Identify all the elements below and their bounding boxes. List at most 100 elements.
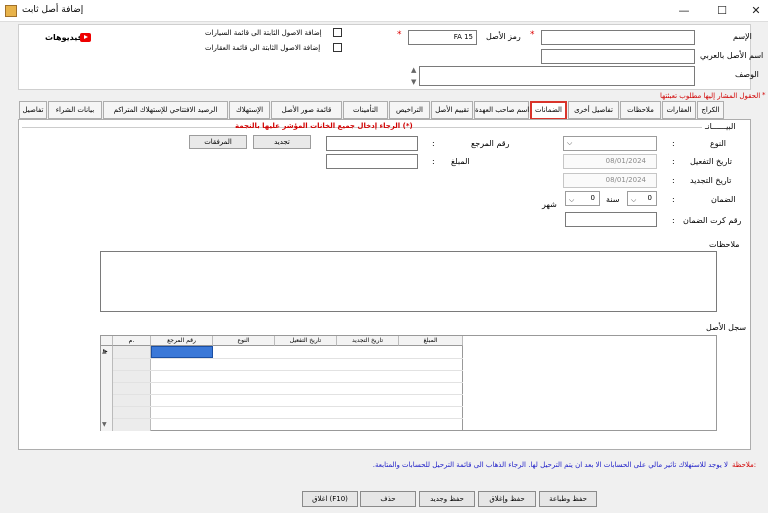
tab-purchase-data[interactable]: بيانات الشراء <box>48 101 102 119</box>
add-to-cars-checkbox[interactable] <box>333 28 342 37</box>
chevron-down-icon: ⌵ <box>631 196 637 204</box>
months-select[interactable]: 0 ⌵ <box>565 191 600 206</box>
required-warning: الرجاء إدخال جميع الخانات المؤشر عليها ب… <box>235 122 413 130</box>
add-to-cars-label: إضافة الاصول الثابتة الى قائمة السيارات <box>205 29 322 37</box>
close-button[interactable]: اغلاق (F10) <box>302 491 358 507</box>
asset-log-label: سجل الأصل <box>706 323 747 332</box>
required-fields-note: الحقول المشار إليها مطلوب تعبئتها <box>660 92 761 100</box>
description-input[interactable] <box>419 66 695 86</box>
minimize-button[interactable]: — <box>674 3 694 19</box>
renewal-colon: : <box>672 176 675 185</box>
amount-label: المبلغ <box>451 157 470 166</box>
grid-row-line <box>113 406 463 407</box>
name-required-mark: * <box>530 30 535 40</box>
tab-garage[interactable]: الكراج <box>697 101 724 119</box>
name-input[interactable] <box>541 30 695 45</box>
tab-asset-valuation[interactable]: تقييم الأصل <box>431 101 473 119</box>
arabic-name-input[interactable] <box>541 49 695 64</box>
asset-code-required-mark: * <box>397 30 402 40</box>
grid-header-index: م. <box>113 336 151 346</box>
tab-other-details[interactable]: تفاصيل أخرى <box>568 101 619 119</box>
attachments-button[interactable]: المرفقات <box>189 135 247 149</box>
amount-colon: : <box>432 157 435 166</box>
warranty-colon: : <box>672 195 675 204</box>
description-scroll-icon: ▲ <box>411 66 417 74</box>
arabic-name-label: اسم الأصل بالعربي <box>700 51 764 60</box>
warranty-period-label: الضمان <box>711 195 736 204</box>
asset-code-input[interactable]: FA 15 <box>408 30 477 45</box>
delete-button[interactable]: حذف <box>360 491 416 507</box>
years-value: 0 <box>647 194 652 202</box>
scroll-down-icon[interactable]: ▼ <box>102 421 107 428</box>
youtube-icon[interactable] <box>80 33 91 42</box>
add-to-real-estate-checkbox[interactable] <box>333 43 342 52</box>
activation-colon: : <box>672 157 675 166</box>
asset-code-label: رمز الأصل <box>486 32 521 41</box>
section-label: البيــــــانـ <box>705 122 736 131</box>
tab-details[interactable]: تفاصيل <box>19 101 47 119</box>
grid-header-activation: تاريخ التفعيل <box>275 336 337 346</box>
required-note-mark: * <box>762 91 766 99</box>
grid-row-line <box>113 382 463 383</box>
row-header-column <box>101 346 113 431</box>
grid-selected-cell[interactable] <box>151 346 213 358</box>
footer-note-text: لا يوجد للاستهلاك تأثير مالي على الحسابا… <box>372 461 728 469</box>
add-to-real-estate-label: إضافة الاصول الثابتة الى قائمة العقارات <box>205 44 321 52</box>
type-label: النوع <box>710 139 726 148</box>
tab-opening-balance[interactable]: الرصيد الافتتاحي للإستهلاك المتراكم <box>103 101 228 119</box>
description-scroll-down-icon: ▼ <box>411 78 417 86</box>
warranty-card-label: رقم كرت الضمان <box>683 216 742 225</box>
renewal-date-label: تاريخ التجديد <box>690 176 732 185</box>
maximize-button[interactable]: ☐ <box>712 3 732 19</box>
close-window-button[interactable]: ✕ <box>746 3 766 19</box>
type-colon: : <box>672 139 675 148</box>
save-new-button[interactable]: حفظ وجديد <box>419 491 475 507</box>
tab-insurances[interactable]: التأمينات <box>343 101 388 119</box>
asset-log-grid: م. رقم المرجع النوع تاريخ التفعيل تاريخ … <box>100 335 717 431</box>
notes-textarea[interactable] <box>100 251 717 312</box>
window-title: إضافة أصل ثابت <box>22 5 84 15</box>
save-print-button[interactable]: حفظ وطباعة <box>539 491 597 507</box>
reference-label: رقم المرجع <box>471 139 510 148</box>
warranty-card-input[interactable] <box>565 212 657 227</box>
grid-header-reference: رقم المرجع <box>151 336 213 346</box>
type-select[interactable]: ⌵ <box>563 136 657 151</box>
app-icon <box>5 5 17 17</box>
footer-note-label: ملاحظة: <box>732 461 757 469</box>
grid-row-line <box>113 418 463 419</box>
tab-asset-images[interactable]: قائمة صور الأصل <box>271 101 342 119</box>
years-select[interactable]: 0 ⌵ <box>627 191 657 206</box>
reference-colon: : <box>432 139 435 148</box>
grid-row-line <box>113 370 463 371</box>
title-bar: إضافة أصل ثابت — ☐ ✕ <box>0 0 768 22</box>
chevron-down-icon: ⌵ <box>567 139 573 147</box>
reference-input[interactable] <box>326 136 418 151</box>
tab-depreciation[interactable]: الإستهلاك <box>229 101 270 119</box>
grid-corner <box>101 336 113 346</box>
name-label: الإسم <box>733 32 752 41</box>
grid-row-line <box>113 394 463 395</box>
months-value: 0 <box>590 194 595 202</box>
description-label: الوصف <box>735 70 759 79</box>
years-label: سنة <box>606 195 620 204</box>
grid-header-amount: المبلغ <box>399 336 463 346</box>
tab-licenses[interactable]: التراخيص <box>389 101 430 119</box>
months-label: شهر <box>542 200 557 209</box>
card-colon: : <box>672 216 675 225</box>
grid-row-line <box>113 358 463 359</box>
save-close-button[interactable]: حفظ وإغلاق <box>478 491 536 507</box>
grid-header-renewal: تاريخ التجديد <box>337 336 399 346</box>
grid-header-type: النوع <box>213 336 275 346</box>
scroll-up-icon[interactable]: ▲ <box>102 348 107 355</box>
renewal-date-input[interactable]: 08/01/2024 <box>563 173 657 188</box>
videos-link[interactable]: فيديوهات <box>45 33 83 42</box>
renew-button[interactable]: تجديد <box>253 135 311 149</box>
notes-label: ملاحظات <box>709 240 740 249</box>
tab-warranties[interactable]: الضمانات <box>530 101 567 120</box>
amount-input[interactable] <box>326 154 418 169</box>
grid-table: م. رقم المرجع النوع تاريخ التفعيل تاريخ … <box>101 336 463 431</box>
tab-notes[interactable]: ملاحظات <box>620 101 661 119</box>
tab-custodian-name[interactable]: اسم صاحب العهدة <box>474 101 529 119</box>
activation-date-input[interactable]: 08/01/2024 <box>563 154 657 169</box>
tab-real-estate[interactable]: العقارات <box>662 101 696 119</box>
